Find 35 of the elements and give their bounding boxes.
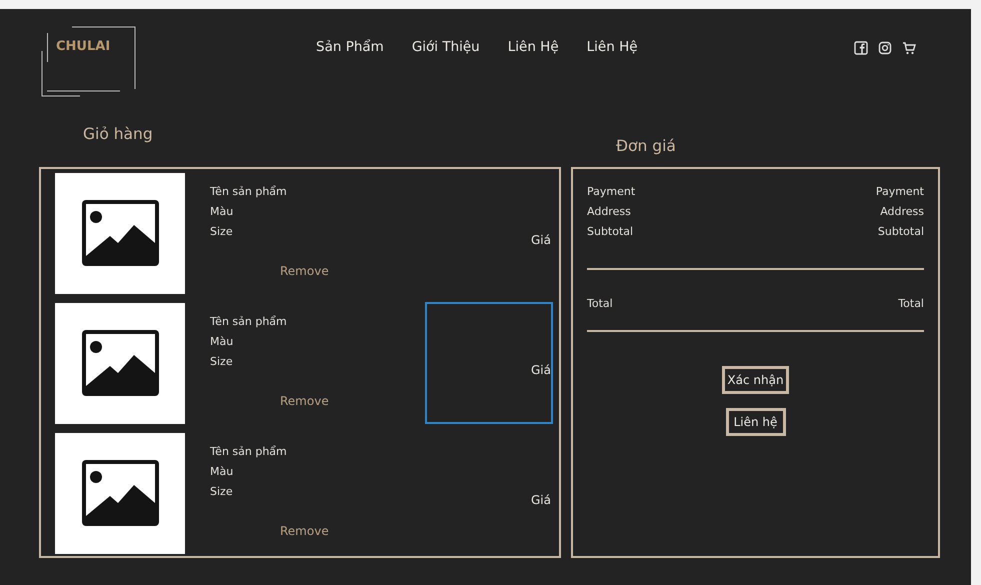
summary-label: Address [587,204,631,220]
total-label: Total [587,296,613,312]
product-variant: Màu [210,204,234,220]
facebook-icon[interactable] [854,41,868,55]
remove-link[interactable]: Remove [280,524,410,538]
product-price: Giá [531,233,551,249]
nav-link[interactable]: Giới Thiệu [412,39,480,55]
cart-icon[interactable] [902,41,916,55]
remove-link[interactable]: Remove [280,264,410,278]
total-value: Total [898,296,924,312]
product-size: Size [210,484,234,500]
product-variant: Màu [210,334,234,350]
product-name: Tên sản phẩm [210,314,288,330]
summary-value: Subtotal [878,224,924,240]
summary-value: Address [880,204,924,220]
logo: CHULAI [47,33,118,62]
remove-link[interactable]: Remove [280,394,410,408]
product-price: Giá [531,363,551,379]
product-size: Size [210,354,234,370]
product-price: Giá [531,493,551,509]
summary-value: Payment [876,184,924,200]
cart-title: Giỏ hàng [82,124,154,145]
nav-link[interactable]: Liên Hệ [508,39,559,55]
nav-link[interactable]: Sản Phẩm [316,39,384,55]
nav-link[interactable]: Liên Hệ [586,39,638,55]
summary-label: Payment [587,184,636,200]
product-name: Tên sản phẩm [210,184,288,200]
contact-button[interactable]: Liên hệ [726,408,786,436]
summary-label: Subtotal [587,224,634,240]
instagram-icon[interactable] [878,41,892,55]
product-variant: Màu [210,464,234,480]
summary-title: Đơn giá [615,136,677,157]
confirm-button[interactable]: Xác nhận [722,366,789,394]
product-name: Tên sản phẩm [210,444,288,460]
product-size: Size [210,224,234,240]
